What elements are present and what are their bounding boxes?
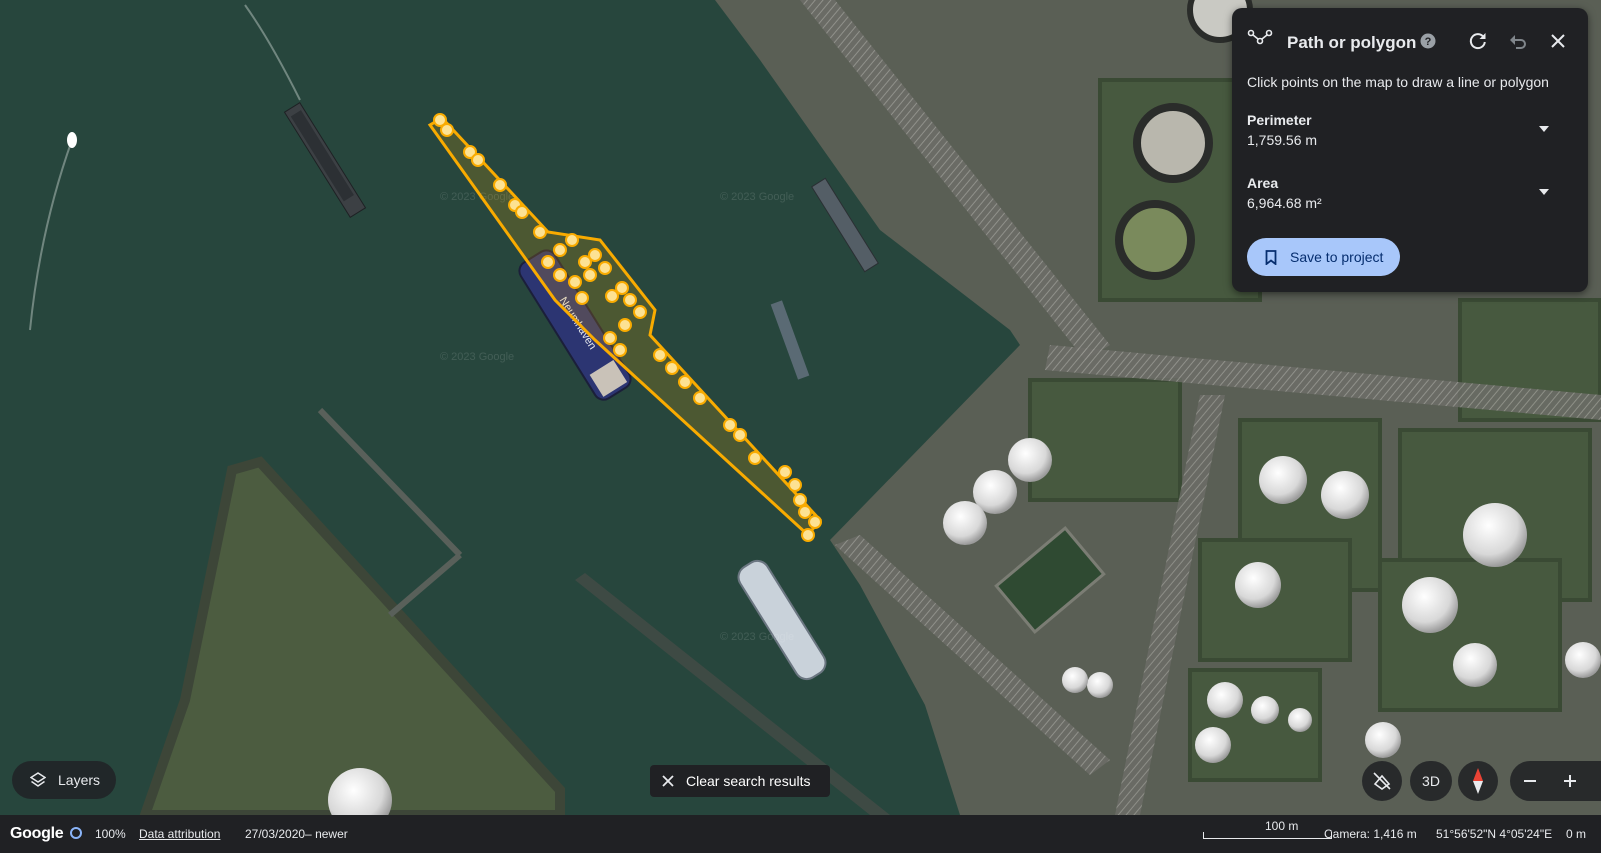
- panel-header: Path or polygon ?: [1232, 8, 1588, 64]
- elevation: 0 m: [1566, 827, 1587, 841]
- chevron-down-icon[interactable]: [1537, 187, 1551, 197]
- layers-button[interactable]: Layers: [12, 761, 116, 799]
- help-icon[interactable]: ?: [1417, 30, 1439, 52]
- path-icon: [1247, 29, 1273, 45]
- close-icon: [662, 775, 674, 787]
- boat: [67, 132, 77, 148]
- path-vertex-handle[interactable]: [733, 428, 747, 442]
- tilt-icon: [1373, 772, 1391, 790]
- path-vertex-handle[interactable]: [515, 205, 529, 219]
- path-vertex-handle[interactable]: [565, 233, 579, 247]
- path-vertex-handle[interactable]: [798, 505, 812, 519]
- path-vertex-handle[interactable]: [575, 291, 589, 305]
- perimeter-value: 1,759.56 m: [1247, 132, 1318, 148]
- watermark: © 2023 Google: [440, 351, 514, 363]
- zoom-controls: [1510, 761, 1601, 801]
- perimeter-row[interactable]: Perimeter 1,759.56 m: [1232, 112, 1588, 164]
- path-vertex-handle[interactable]: [588, 248, 602, 262]
- path-vertex-handle[interactable]: [653, 348, 667, 362]
- minus-icon: [1524, 780, 1536, 782]
- path-vertex-handle[interactable]: [493, 178, 507, 192]
- save-to-project-button[interactable]: Save to project: [1247, 238, 1400, 276]
- watermark: © 2023 Google: [720, 631, 794, 643]
- compass-icon: [1473, 768, 1483, 794]
- path-vertex-handle[interactable]: [583, 268, 597, 282]
- compass-button[interactable]: [1458, 761, 1498, 801]
- data-attribution-link[interactable]: Data attribution: [139, 827, 220, 841]
- zoom-in-button[interactable]: [1550, 761, 1590, 801]
- path-vertex-handle[interactable]: [553, 268, 567, 282]
- path-vertex-handle[interactable]: [568, 275, 582, 289]
- path-vertex-handle[interactable]: [623, 293, 637, 307]
- path-vertex-handle[interactable]: [801, 528, 815, 542]
- area-label: Area: [1247, 175, 1279, 191]
- 3d-button[interactable]: 3D: [1410, 761, 1452, 801]
- path-vertex-handle[interactable]: [793, 493, 807, 507]
- clear-search-button[interactable]: Clear search results: [650, 765, 830, 797]
- loading-ring-icon: [70, 827, 82, 839]
- camera-altitude: Camera: 1,416 m: [1324, 827, 1417, 841]
- path-vertex-handle[interactable]: [723, 418, 737, 432]
- path-vertex-handle[interactable]: [615, 281, 629, 295]
- chevron-down-icon[interactable]: [1537, 124, 1551, 134]
- scale-bar: [1203, 832, 1332, 839]
- path-vertex-handle[interactable]: [618, 318, 632, 332]
- bookmark-icon: [1265, 249, 1277, 265]
- scale-label: 100 m: [1265, 819, 1299, 833]
- coordinates: 51°56'52"N 4°05'24"E: [1436, 827, 1553, 841]
- path-vertex-handle[interactable]: [603, 331, 617, 345]
- path-vertex-handle[interactable]: [553, 243, 567, 257]
- path-vertex-handle[interactable]: [748, 451, 762, 465]
- layers-label: Layers: [58, 772, 101, 788]
- zoom-out-button[interactable]: [1510, 761, 1550, 801]
- path-vertex-handle[interactable]: [778, 465, 792, 479]
- path-vertex-handle[interactable]: [788, 478, 802, 492]
- measure-panel: Path or polygon ? Click points on the ma…: [1232, 8, 1588, 292]
- path-vertex-handle[interactable]: [533, 225, 547, 239]
- tilt-button[interactable]: [1362, 761, 1402, 801]
- area-value: 6,964.68 m²: [1247, 195, 1322, 211]
- google-logo: Google: [10, 825, 64, 842]
- clear-search-label: Clear search results: [686, 773, 811, 789]
- path-vertex-handle[interactable]: [541, 255, 555, 269]
- svg-text:?: ?: [1425, 36, 1432, 48]
- undo-icon[interactable]: [1507, 30, 1529, 52]
- path-vertex-handle[interactable]: [808, 515, 822, 529]
- path-vertex-handle[interactable]: [598, 261, 612, 275]
- status-bar: Google 100% Data attribution 27/03/2020–…: [0, 815, 1601, 853]
- path-vertex-handle[interactable]: [693, 391, 707, 405]
- path-vertex-handle[interactable]: [440, 123, 454, 137]
- close-icon[interactable]: [1547, 30, 1569, 52]
- layers-icon: [30, 772, 46, 787]
- save-label: Save to project: [1290, 249, 1384, 265]
- panel-title: Path or polygon: [1287, 33, 1417, 52]
- watermark: © 2023 Google: [720, 191, 794, 203]
- path-vertex-handle[interactable]: [613, 343, 627, 357]
- path-vertex-handle[interactable]: [678, 375, 692, 389]
- path-vertex-handle[interactable]: [665, 361, 679, 375]
- panel-hint: Click points on the map to draw a line o…: [1247, 74, 1549, 90]
- area-row[interactable]: Area 6,964.68 m²: [1232, 175, 1588, 227]
- imagery-date: 27/03/2020– newer: [245, 827, 348, 841]
- perimeter-label: Perimeter: [1247, 112, 1312, 128]
- path-vertex-handle[interactable]: [471, 153, 485, 167]
- plus-icon: [1564, 775, 1576, 787]
- path-vertex-handle[interactable]: [633, 305, 647, 319]
- redo-icon[interactable]: [1467, 30, 1489, 52]
- loading-percent: 100%: [95, 827, 126, 841]
